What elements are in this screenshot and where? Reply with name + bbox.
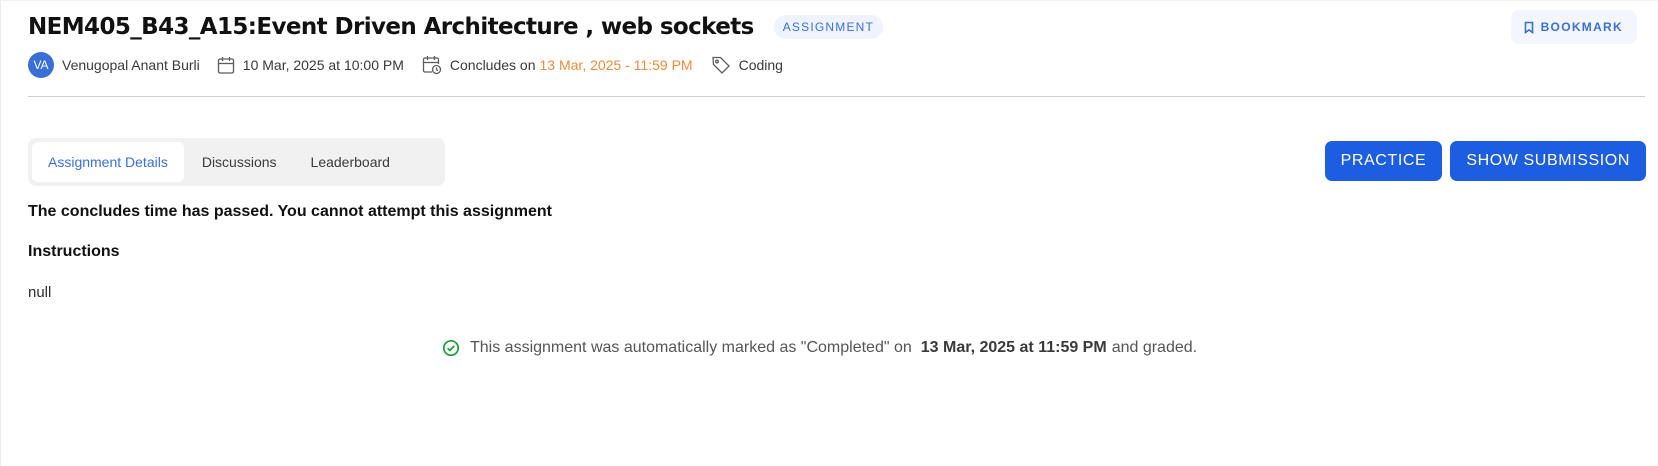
start-date-text: 10 Mar, 2025 at 10:00 PM <box>242 57 404 73</box>
completion-status: This assignment was automatically marked… <box>442 339 1197 357</box>
header-divider <box>28 96 1645 97</box>
action-buttons: PRACTICE SHOW SUBMISSION <box>1324 141 1646 181</box>
author-name: Venugopal Anant Burli <box>62 57 200 73</box>
tab-leaderboard[interactable]: Leaderboard <box>295 142 406 182</box>
type-badge: ASSIGNMENT <box>773 15 884 39</box>
status-text-before: This assignment was automatically marked… <box>470 339 912 356</box>
check-circle-icon <box>442 339 460 357</box>
page-title: NEM405_B43_A15:Event Driven Architecture… <box>28 14 754 40</box>
bookmark-icon <box>1523 21 1535 34</box>
tab-assignment-details[interactable]: Assignment Details <box>32 142 184 182</box>
instructions-heading: Instructions <box>28 243 120 260</box>
concludes-prefix: Concludes on <box>449 57 536 73</box>
concludes-date: Concludes on 13 Mar, 2025 - 11:59 PM <box>422 55 693 75</box>
bookmark-button[interactable]: BOOKMARK <box>1510 10 1637 44</box>
avatar: VA <box>28 52 54 78</box>
tag-label: Coding <box>738 57 783 73</box>
instructions-body: null <box>28 284 52 301</box>
calendar-icon <box>217 56 235 75</box>
completed-at: 13 Mar, 2025 at 11:59 PM <box>920 339 1107 356</box>
bookmark-label: BOOKMARK <box>1540 20 1623 34</box>
tab-bar: Assignment Details Discussions Leaderboa… <box>28 138 445 186</box>
tab-discussions[interactable]: Discussions <box>186 142 293 182</box>
practice-button[interactable]: PRACTICE <box>1324 141 1443 181</box>
deadline-notice: The concludes time has passed. You canno… <box>28 203 552 220</box>
show-submission-button[interactable]: SHOW SUBMISSION <box>1450 141 1646 181</box>
tag: Coding <box>711 55 783 75</box>
tag-icon <box>711 55 731 75</box>
concludes-date-text: 13 Mar, 2025 - 11:59 PM <box>539 57 693 73</box>
calendar-clock-icon <box>422 55 442 75</box>
assignment-page: NEM405_B43_A15:Event Driven Architecture… <box>0 0 1658 466</box>
status-text-after: and graded. <box>1111 339 1198 356</box>
start-date: 10 Mar, 2025 at 10:00 PM <box>217 56 404 75</box>
meta-row: VA Venugopal Anant Burli 10 Mar, 2025 at… <box>28 51 783 79</box>
header: NEM405_B43_A15:Event Driven Architecture… <box>28 7 1646 47</box>
